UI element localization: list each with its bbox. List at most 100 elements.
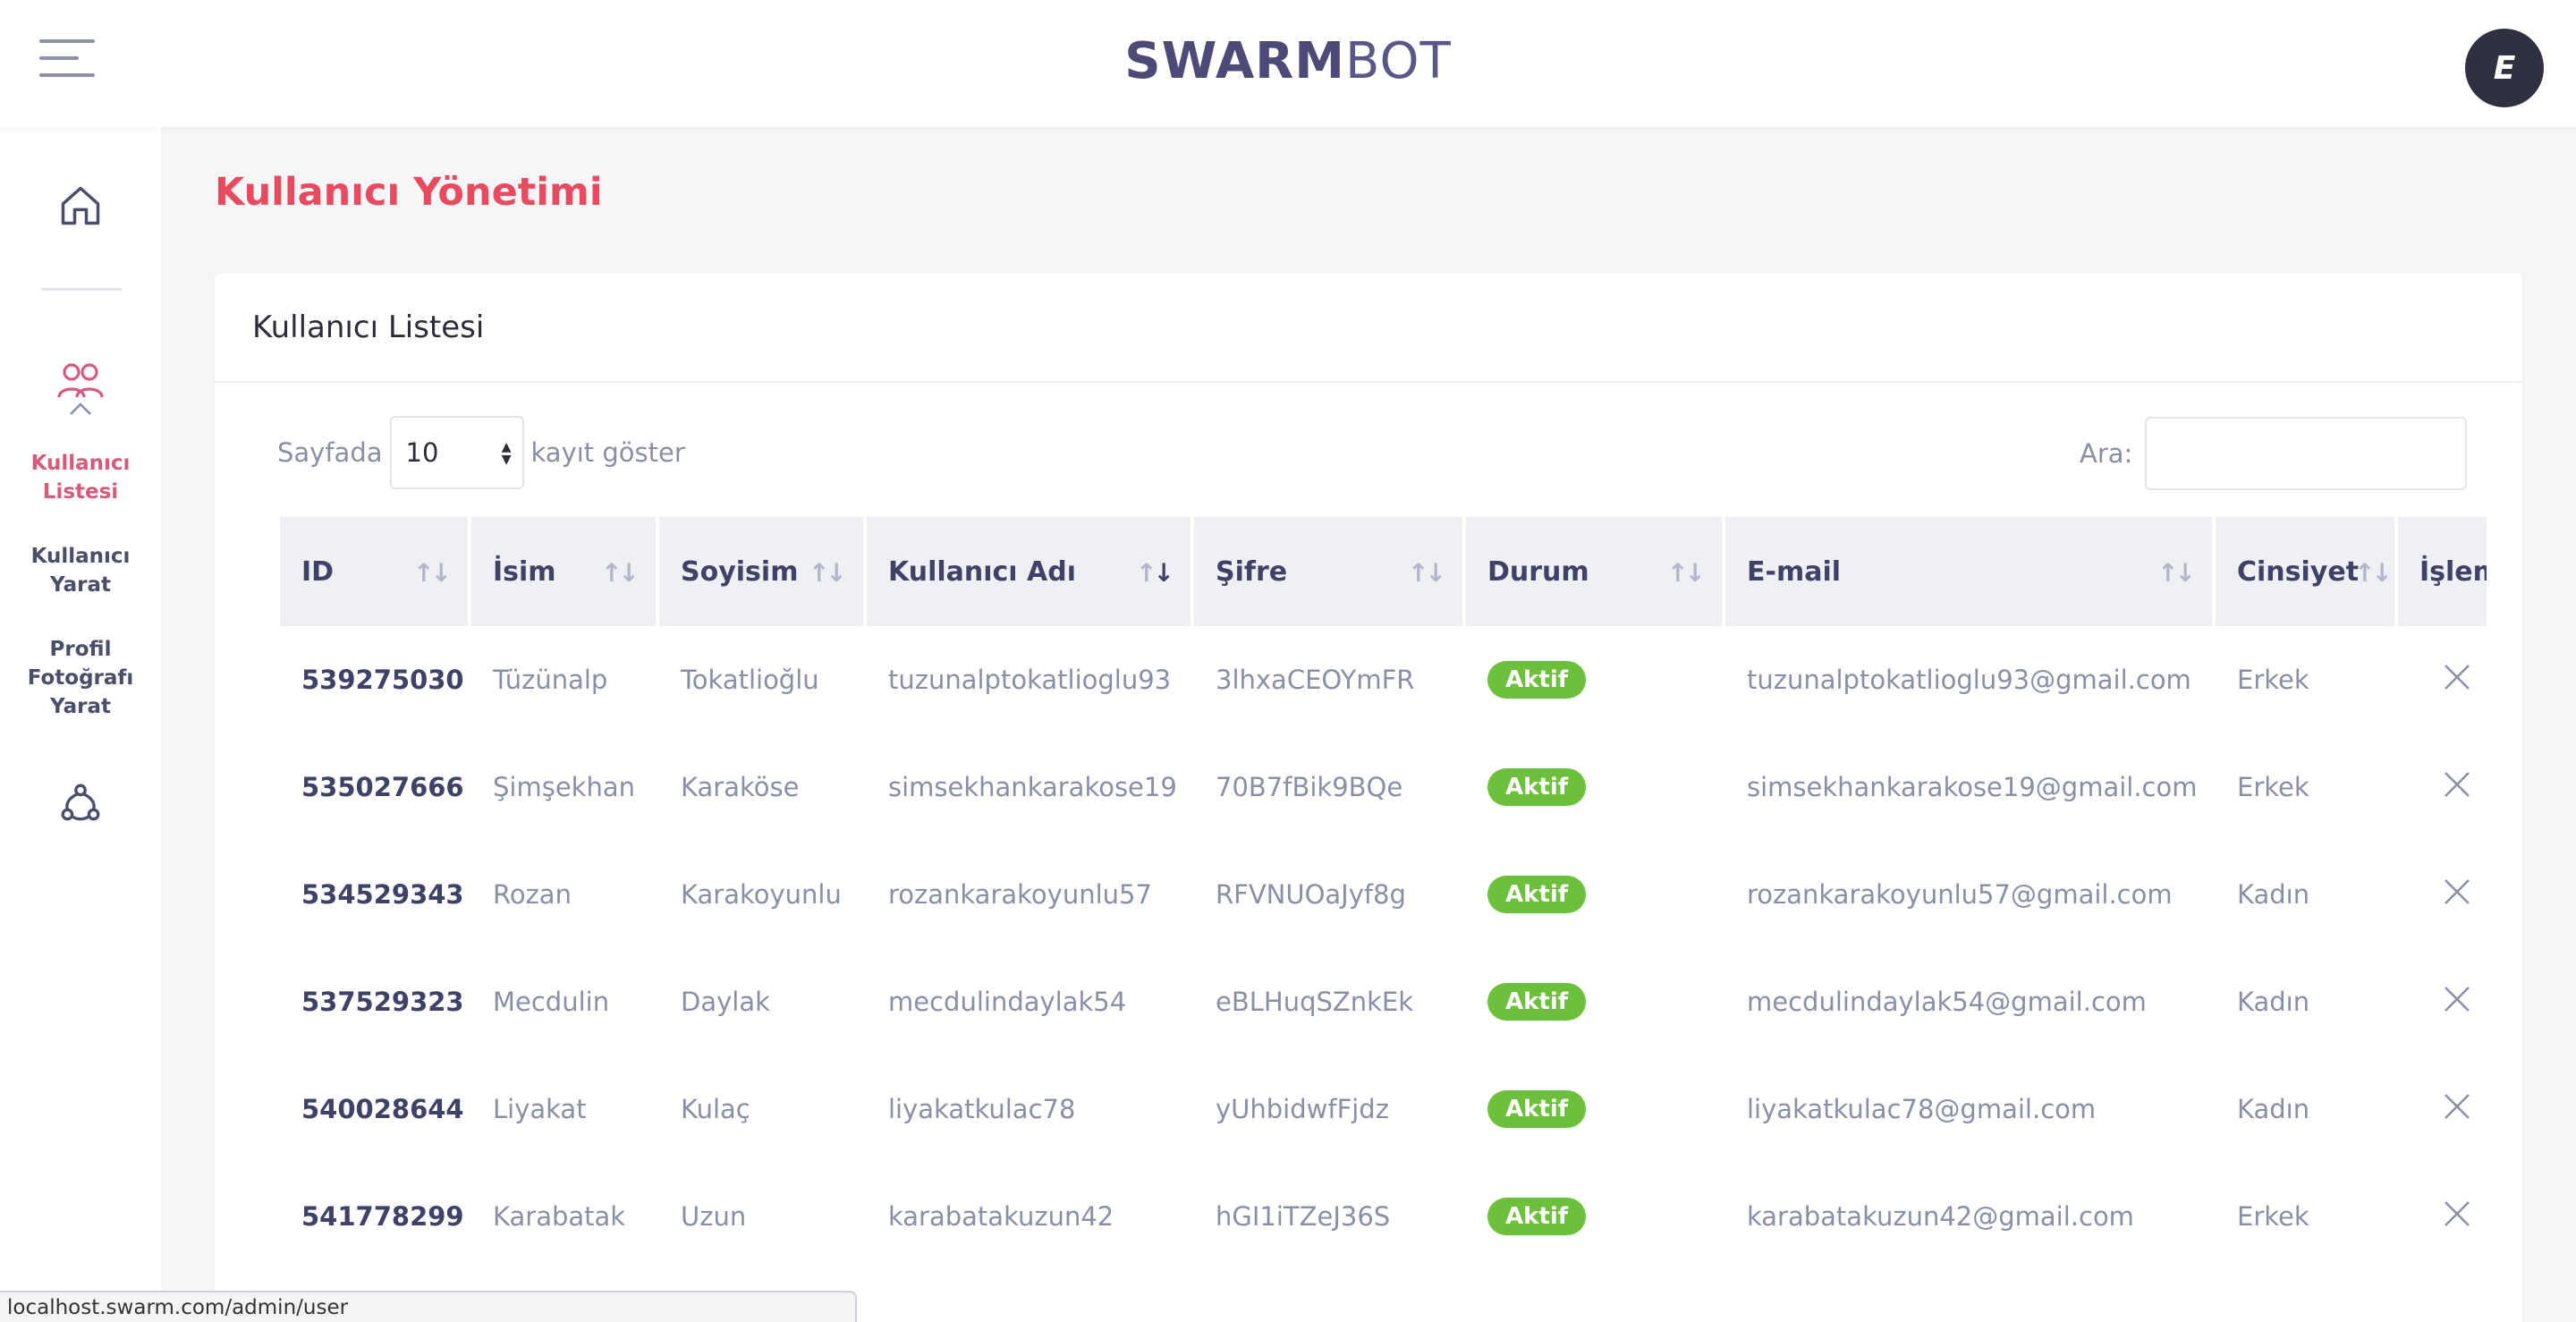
- column-header-id[interactable]: ID ↑↓: [280, 517, 471, 626]
- cell-gender: Kadın: [2237, 1094, 2310, 1124]
- cell-surname: Kulaç: [681, 1094, 750, 1124]
- cell-action: [2398, 1163, 2487, 1270]
- column-header-name[interactable]: İsim ↑↓: [471, 517, 659, 626]
- cell-email: rozankarakoyunlu57@gmail.com: [1747, 879, 2173, 910]
- cell-id: 540028644: [301, 1094, 464, 1124]
- status-badge: Aktif: [1487, 1090, 1587, 1128]
- cell-gender: Kadın: [2237, 879, 2310, 910]
- sidebar-divider: [41, 288, 122, 291]
- status-badge: Aktif: [1487, 876, 1587, 913]
- sidebar-item-create-user[interactable]: Kullanıcı Yarat: [0, 542, 161, 599]
- avatar[interactable]: E: [2465, 29, 2544, 107]
- sidebar-item-label: Yarat: [50, 573, 111, 597]
- cell-password: RFVNUOaJyf8g: [1216, 879, 1406, 910]
- cell-status: Aktif: [1466, 841, 1725, 948]
- delete-icon[interactable]: [2443, 1199, 2471, 1234]
- delete-icon[interactable]: [2443, 770, 2471, 805]
- length-prefix-label: Sayfada: [277, 437, 383, 468]
- cell-password: hGI1iTZeJ36S: [1216, 1201, 1391, 1232]
- sort-icon: ↑↓: [601, 558, 640, 588]
- cell-id: 537529323: [301, 987, 464, 1017]
- cell-action: [2398, 733, 2487, 841]
- cell-username: karabatakuzun42: [888, 1201, 1114, 1232]
- cell-action: [2398, 1055, 2487, 1163]
- delete-icon[interactable]: [2443, 877, 2471, 912]
- cell-email: karabatakuzun42@gmail.com: [1747, 1201, 2134, 1232]
- cell-action: [2398, 948, 2487, 1055]
- status-badge: Aktif: [1487, 983, 1587, 1021]
- user-table-wrapper[interactable]: ID ↑↓ İsim ↑↓ Soyisim ↑↓ Kullanıcı Adı ↑↓ Şi…: [280, 517, 2487, 1322]
- sort-icon: ↑↓: [2354, 558, 2393, 588]
- delete-icon[interactable]: [2443, 663, 2471, 698]
- column-header-action[interactable]: İşlem: [2398, 517, 2487, 626]
- status-badge: Aktif: [1487, 661, 1587, 699]
- cell-name: Rozan: [493, 879, 572, 910]
- cell-status: Aktif: [1466, 1163, 1725, 1270]
- cell-name: Liyakat: [493, 1094, 587, 1124]
- cell-gender: Kadın: [2237, 987, 2310, 1017]
- cell-name: Mecdulin: [493, 987, 610, 1017]
- sidebar-item-label: Kullanıcı: [30, 452, 131, 475]
- cell-surname: Karakoyunlu: [681, 879, 842, 910]
- card-title: Kullanıcı Listesi: [252, 309, 485, 345]
- column-header-status[interactable]: Durum ↑↓: [1466, 517, 1725, 626]
- cell-password: eBLHuqSZnkEk: [1216, 987, 1414, 1017]
- sidebar-item-label: Yarat: [50, 695, 111, 718]
- search-input[interactable]: [2145, 417, 2468, 490]
- chevron-up-icon[interactable]: [54, 395, 107, 422]
- select-arrows-icon: ▲ ▼: [501, 440, 512, 467]
- cell-status: Aktif: [1466, 626, 1725, 733]
- column-header-username[interactable]: Kullanıcı Adı ↑↓: [867, 517, 1194, 626]
- sidebar-item-label: Fotoğrafı: [27, 666, 134, 690]
- sort-icon: ↑↓: [2157, 558, 2196, 588]
- status-badge: Aktif: [1487, 768, 1587, 806]
- cell-action: [2398, 841, 2487, 948]
- table-row: 534529343 Rozan Karakoyunlu rozankarakoy…: [280, 841, 2487, 948]
- app-logo[interactable]: SWARMBOT: [0, 32, 2576, 90]
- cell-status: Aktif: [1466, 733, 1725, 841]
- sidebar-item-create-profile-photo[interactable]: Profil Fotoğrafı Yarat: [0, 635, 161, 721]
- column-header-gender[interactable]: Cinsiyet ↑↓: [2216, 517, 2398, 626]
- user-table: ID ↑↓ İsim ↑↓ Soyisim ↑↓ Kullanıcı Adı ↑↓ Şi…: [280, 517, 2487, 1270]
- cell-surname: Uzun: [681, 1201, 747, 1232]
- cell-status: Aktif: [1466, 1055, 1725, 1163]
- card-header: Kullanıcı Listesi: [215, 274, 2522, 383]
- sidebar-item-label: Listesi: [42, 480, 119, 504]
- page-length-value: 10: [405, 437, 439, 468]
- cell-gender: Erkek: [2237, 665, 2309, 695]
- table-row: 537529323 Mecdulin Daylak mecdulindaylak…: [280, 948, 2487, 1055]
- cell-name: Karabatak: [493, 1201, 626, 1232]
- cell-gender: Erkek: [2237, 1201, 2309, 1232]
- cell-id: 534529343: [301, 879, 464, 910]
- sort-icon: ↑↓: [1667, 558, 1706, 588]
- cell-password: 3lhxaCEOYmFR: [1216, 665, 1415, 695]
- cell-id: 541778299: [301, 1201, 464, 1232]
- page-title: Kullanıcı Yönetimi: [215, 170, 603, 215]
- delete-icon[interactable]: [2443, 1092, 2471, 1127]
- cell-username: mecdulindaylak54: [888, 987, 1127, 1017]
- logo-bold-text: SWARM: [1124, 32, 1346, 90]
- user-list-card: Kullanıcı Listesi Sayfada 10 ▲ ▼ kayıt gö…: [215, 274, 2522, 1322]
- home-icon[interactable]: [54, 179, 107, 233]
- cell-username: simsekhankarakose19: [888, 772, 1177, 802]
- sidebar-item-user-list[interactable]: Kullanıcı Listesi: [0, 449, 161, 506]
- logo-light-text: BOT: [1345, 32, 1452, 90]
- sort-icon: ↑↓: [413, 558, 452, 588]
- column-header-password[interactable]: Şifre ↑↓: [1194, 517, 1466, 626]
- cell-name: Şimşekhan: [493, 772, 635, 802]
- table-row: 541778299 Karabatak Uzun karabatakuzun42…: [280, 1163, 2487, 1270]
- sidebar: Kullanıcı Listesi Kullanıcı Yarat Profil…: [0, 127, 161, 1322]
- cell-email: simsekhankarakose19@gmail.com: [1747, 772, 2198, 802]
- column-header-surname[interactable]: Soyisim ↑↓: [659, 517, 867, 626]
- table-row: 535027666 Şimşekhan Karaköse simsekhanka…: [280, 733, 2487, 841]
- page-length-select[interactable]: 10 ▲ ▼: [389, 416, 524, 489]
- cell-email: liyakatkulac78@gmail.com: [1747, 1094, 2097, 1124]
- top-header: SWARMBOT E: [0, 0, 2576, 127]
- cell-surname: Karaköse: [681, 772, 800, 802]
- delete-icon[interactable]: [2443, 985, 2471, 1020]
- cell-surname: Tokatlioğlu: [681, 665, 819, 695]
- cell-surname: Daylak: [681, 987, 770, 1017]
- column-header-email[interactable]: E-mail ↑↓: [1725, 517, 2216, 626]
- share-icon[interactable]: [54, 776, 107, 830]
- cell-status: Aktif: [1466, 948, 1725, 1055]
